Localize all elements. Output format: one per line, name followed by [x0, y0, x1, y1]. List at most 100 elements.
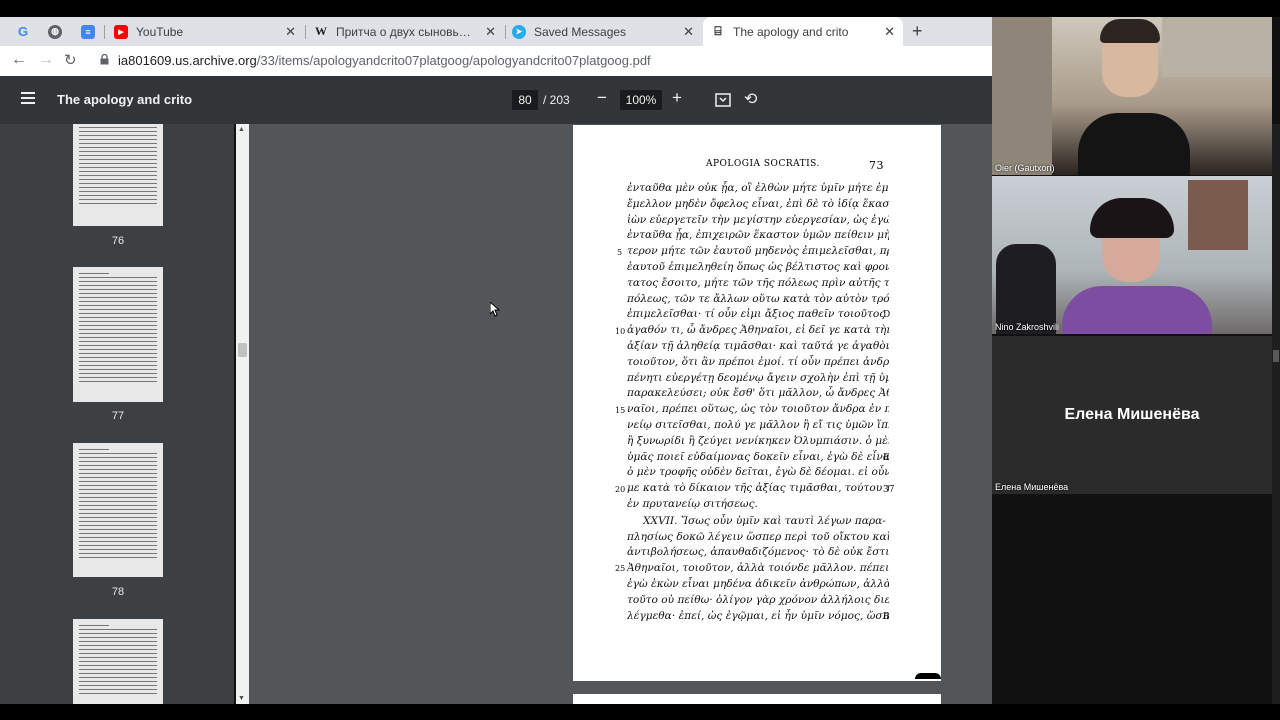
participant-display-name: Елена Мишенёва: [1064, 406, 1200, 423]
tab-title: Saved Messages: [534, 24, 627, 39]
new-tab-button[interactable]: +: [912, 17, 930, 46]
video-tile-participant[interactable]: Елена Мишенёва Елена Мишенёва: [992, 336, 1272, 494]
text-line: ἢ ξυνωρίδι ἢ ζεύγει νενίκηκεν Ὀλυμπιάσιν…: [627, 434, 889, 447]
docs-icon: ≡: [81, 24, 95, 39]
scroll-up-arrow-icon[interactable]: ▲: [238, 126, 245, 133]
text-line: τατος ἔσοιτο, μήτε τῶν τῆς πόλεως πρὶν α…: [627, 276, 889, 289]
line-number: 5: [617, 248, 623, 257]
participant-name: Oier (Gautxori): [995, 163, 1055, 173]
right-scrollbar-thumb[interactable]: [1273, 350, 1279, 362]
text-line: ἀγαθόν τι, ὦ ἄνδρες Ἀθηναῖοι, εἰ δεῖ γε …: [627, 324, 889, 337]
address-bar: ← → ↻ ia801609.us.archive.org/33/items/a…: [0, 46, 992, 77]
tab-apology-and-crito[interactable]: ⌸ The apology and crito ✕: [703, 17, 903, 46]
youtube-icon: ▶: [114, 24, 128, 39]
url-field[interactable]: ia801609.us.archive.org/33/items/apology…: [118, 53, 651, 68]
mouse-cursor-icon: [490, 302, 500, 317]
tab-separator: [104, 25, 105, 39]
participant-name: Nino Zakroshvili: [995, 322, 1060, 332]
thumbnail-page[interactable]: [73, 124, 163, 226]
pdf-next-page: [573, 694, 941, 704]
line-number: 25: [615, 564, 626, 573]
text-line: ἐγὼ ἑκὼν εἶναι μηδένα ἀδικεῖν ἀνθρώπων, …: [627, 578, 889, 590]
text-line: ἐπιμελεῖσθαι· τί οὖν εἰμι ἄξιος παθεῖν τ…: [627, 308, 889, 321]
margin-note: B: [883, 612, 890, 622]
text-line: τοῦτο οὐ πείθω· ὀλίγον γὰρ χρόνον ἀλλήλο…: [627, 593, 889, 606]
zoom-out-icon[interactable]: −: [597, 88, 607, 108]
thumbnail-page-number: 76: [111, 235, 125, 247]
tab-telegram[interactable]: ➤ Saved Messages ✕: [512, 17, 702, 46]
lock-icon[interactable]: [100, 54, 109, 65]
participant-shirt: [1078, 113, 1190, 175]
globe-icon: ◍: [48, 24, 62, 39]
tab-youtube[interactable]: ▶ YouTube ✕: [114, 17, 304, 46]
close-icon[interactable]: ✕: [485, 24, 496, 40]
text-line: ἀξίαν τῇ ἀληθείᾳ τιμᾶσθαι· καὶ ταῦτά γε …: [627, 340, 889, 352]
thumbnail-page[interactable]: [73, 443, 163, 577]
sidebar-scrollbar[interactable]: ▲ ▼: [236, 124, 249, 704]
fit-to-page-icon[interactable]: [715, 93, 731, 107]
participant-name: Елена Мишенёва: [995, 482, 1069, 492]
participant-hair: [1100, 19, 1160, 43]
background-wall: [992, 17, 1052, 175]
text-line: ἔμελλον μηδὲν ὄφελος εἶναι, ἐπὶ δὲ τὸ ἰδ…: [627, 197, 889, 210]
text-line: νείῳ σιτεῖσθαι, πολύ γε μᾶλλον ἢ εἴ τις …: [627, 419, 889, 431]
close-icon[interactable]: ✕: [884, 24, 895, 40]
line-number: 15: [615, 406, 626, 415]
video-tile-participant[interactable]: Oier (Gautxori): [992, 17, 1272, 175]
tab-wikipedia[interactable]: W Притча о двух сыновьях — Ви... ✕: [314, 17, 504, 46]
reload-icon[interactable]: ↻: [64, 51, 77, 69]
text-line: ὑμᾶς ποιεῖ εὐδαίμονας δοκεῖν εἶναι, ἐγὼ …: [627, 450, 889, 463]
running-head: APOLOGIA SOCRATIS.: [706, 159, 820, 169]
text-line: Ἀθηναῖοι, τοιοῦτον, ἀλλὰ τοιόνδε μᾶλλον.…: [627, 562, 889, 575]
line-number: 10: [615, 327, 626, 336]
plus-icon: +: [912, 21, 923, 41]
menu-icon[interactable]: [21, 92, 35, 107]
text-line: με κατὰ τὸ δίκαιον τῆς ἀξίας τιμᾶσθαι, τ…: [627, 482, 889, 495]
participant-hair: [1090, 198, 1174, 238]
rotate-icon[interactable]: ⟲: [744, 89, 757, 109]
close-icon[interactable]: ✕: [683, 24, 694, 40]
wikipedia-icon: W: [315, 24, 327, 38]
video-tile-participant[interactable]: Nino Zakroshvili: [992, 176, 1272, 334]
text-line: ὁ μὲν τροφῆς οὐδὲν δεῖται, ἐγὼ δὲ δέομαι…: [627, 466, 889, 479]
background-chair: [996, 244, 1056, 334]
right-scrollbar[interactable]: [1272, 124, 1280, 704]
sidebar-scrollbar-thumb[interactable]: [238, 343, 247, 357]
text-line: πένητι εὐεργέτῃ δεομένῳ ἄγειν σχολὴν ἐπὶ…: [627, 371, 889, 384]
pdf-page: APOLOGIA SOCRATIS. 73 ἐνταῦθα μὲν οὐκ ᾖα…: [573, 125, 941, 681]
tab-globe[interactable]: ◍: [48, 17, 66, 46]
text-line: ἰὼν εὐεργετεῖν τὴν μεγίστην εὐεργεσίαν, …: [627, 213, 889, 226]
line-number: 20: [615, 485, 626, 494]
telegram-icon: ➤: [512, 24, 526, 39]
document-title: The apology and crito: [57, 92, 193, 107]
top-black-bar: [0, 0, 1280, 17]
bottom-black-bar: [0, 704, 1280, 720]
tab-title: Притча о двух сыновьях — Ви...: [336, 24, 476, 39]
text-line: ἀντιβολήσεως, ἀπαυθαδιζόμενος· τὸ δὲ οὐκ…: [627, 546, 889, 559]
archive-icon: ⌸: [714, 24, 722, 38]
tab-google[interactable]: G: [16, 17, 34, 46]
forward-arrow-icon[interactable]: →: [38, 51, 54, 69]
text-line: ἐνταῦθα μὲν οὐκ ᾖα, οἳ ἐλθὼν μήτε ὑμῖν μ…: [627, 182, 889, 194]
zoom-in-icon[interactable]: +: [672, 88, 682, 108]
page-number-input[interactable]: 80: [512, 90, 538, 110]
text-line: ναῖοι, πρέπει οὕτως, ὡς τὸν τοιοῦτον ἄνδ…: [627, 403, 889, 416]
text-line: ἑαυτοῦ ἐπιμεληθείη ὅπως ὡς βέλτιστος καὶ…: [627, 261, 889, 273]
thumbnail-page[interactable]: [73, 619, 163, 704]
pdf-toolbar: The apology and crito 80 / 203 − 100% + …: [0, 76, 992, 124]
tab-docs[interactable]: ≡: [81, 17, 99, 46]
margin-note: D: [883, 310, 891, 320]
close-icon[interactable]: ✕: [285, 24, 296, 40]
scroll-down-arrow-icon[interactable]: ▼: [238, 695, 245, 702]
printed-page-number: 73: [869, 159, 884, 172]
text-line: τοιοῦτον, ὅτι ἂν πρέποι ἐμοί. τί οὖν πρέ…: [627, 355, 889, 368]
thumbnail-page-number: 78: [111, 586, 125, 598]
text-line: παρακελεύσει; οὐκ ἔσθ' ὅτι μᾶλλον, ὦ ἄνδ…: [627, 387, 889, 400]
back-arrow-icon[interactable]: ←: [11, 51, 27, 69]
text-line: πόλεως, τῶν τε ἄλλων οὕτω κατὰ τὸν αὐτὸν…: [627, 292, 889, 305]
zoom-level-input[interactable]: 100%: [620, 90, 662, 110]
scan-artifact: [915, 673, 941, 679]
document-viewer[interactable]: APOLOGIA SOCRATIS. 73 ἐνταῦθα μὲν οὐκ ᾖα…: [249, 124, 992, 704]
thumbnail-page[interactable]: [73, 267, 163, 402]
text-line: XXVII. Ἴσως οὖν ὑμῖν καὶ ταυτὶ λέγων παρ…: [643, 514, 886, 527]
